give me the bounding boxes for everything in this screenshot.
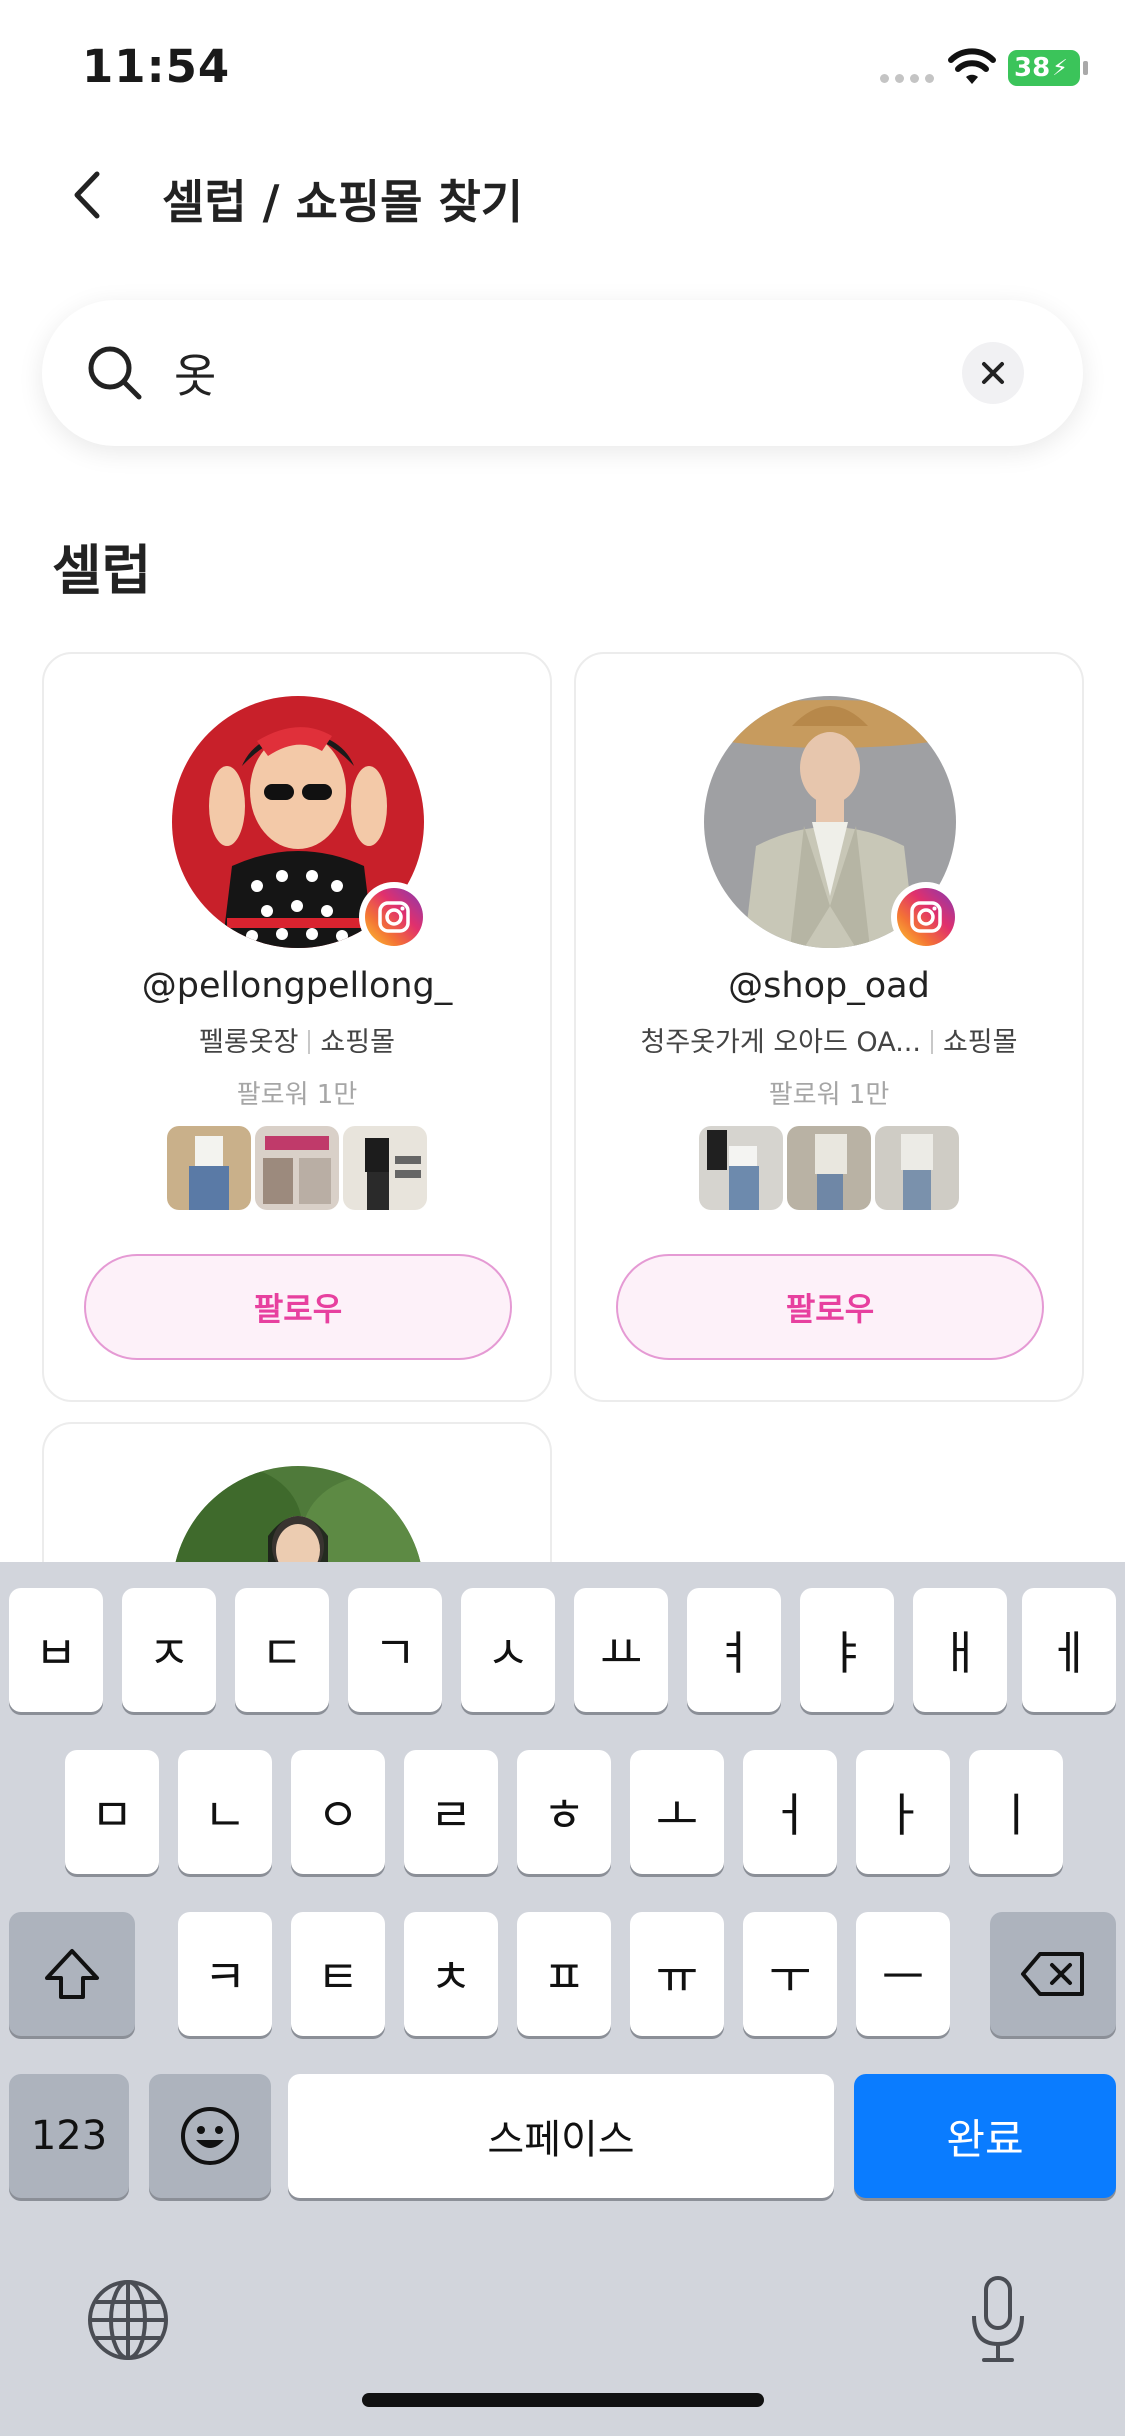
home-indicator: [362, 2393, 764, 2407]
post-thumbnail[interactable]: [787, 1126, 871, 1210]
key[interactable]: ㅐ: [913, 1588, 1007, 1712]
backspace-icon: [1021, 1952, 1084, 1996]
close-icon: [982, 362, 1004, 384]
globe-icon: [88, 2280, 168, 2360]
battery-level: 38: [1014, 53, 1051, 83]
meta-divider: [308, 1030, 311, 1054]
celeb-name: 펠롱옷장: [199, 1027, 299, 1058]
emoji-key[interactable]: [149, 2074, 271, 2198]
celeb-card[interactable]: @shop_oad 청주옷가게 오아드 OA... 쇼핑몰 팔로워 1만 팔로우: [574, 652, 1084, 1402]
search-input[interactable]: [174, 330, 974, 416]
instagram-badge: [891, 882, 961, 952]
key[interactable]: ㅑ: [800, 1588, 894, 1712]
celeb-category: 쇼핑몰: [320, 1027, 395, 1058]
status-bar: 11:54 38 ⚡: [0, 0, 1125, 140]
meta-divider: [930, 1030, 933, 1054]
key[interactable]: ㅅ: [461, 1588, 555, 1712]
post-thumbnails: [44, 1126, 550, 1210]
post-thumbnails: [576, 1126, 1082, 1210]
follow-button[interactable]: 팔로우: [84, 1254, 512, 1360]
key[interactable]: ㅋ: [178, 1912, 272, 2036]
key[interactable]: ㅕ: [687, 1588, 781, 1712]
post-thumbnail[interactable]: [875, 1126, 959, 1210]
post-thumbnail[interactable]: [343, 1126, 427, 1210]
key[interactable]: ㅓ: [743, 1750, 837, 1874]
key[interactable]: ㅠ: [630, 1912, 724, 2036]
key[interactable]: ㄴ: [178, 1750, 272, 1874]
search-icon: [88, 346, 142, 400]
back-button[interactable]: [56, 162, 116, 228]
key[interactable]: ㄷ: [235, 1588, 329, 1712]
key[interactable]: ㅈ: [122, 1588, 216, 1712]
key[interactable]: ㅗ: [630, 1750, 724, 1874]
key[interactable]: ㅡ: [856, 1912, 950, 2036]
instagram-badge: [359, 882, 429, 952]
key[interactable]: ㅣ: [969, 1750, 1063, 1874]
post-thumbnail[interactable]: [255, 1126, 339, 1210]
wifi-icon: [948, 48, 996, 84]
celeb-handle: @pellongpellong_: [141, 966, 453, 1006]
follower-count: 팔로워 1만: [768, 1080, 890, 1110]
key[interactable]: ㅏ: [856, 1750, 950, 1874]
celeb-card[interactable]: @pellongpellong_ 펠롱옷장 쇼핑몰 팔로워 1만 팔로우: [42, 652, 552, 1402]
numbers-key[interactable]: 123: [9, 2074, 129, 2198]
celeb-meta: 청주옷가게 오아드 OA... 쇼핑몰: [576, 1020, 1082, 1059]
post-thumbnail[interactable]: [699, 1126, 783, 1210]
shift-key[interactable]: [9, 1912, 135, 2036]
shift-icon: [45, 1949, 99, 1999]
key[interactable]: ㅛ: [574, 1588, 668, 1712]
status-time: 11:54: [82, 40, 231, 93]
section-title-celebs: 셀럽: [52, 539, 152, 602]
key[interactable]: ㅎ: [517, 1750, 611, 1874]
key[interactable]: ㄹ: [404, 1750, 498, 1874]
clear-search-button[interactable]: [962, 342, 1024, 404]
instagram-icon: [897, 888, 955, 946]
search-bar[interactable]: [42, 300, 1083, 446]
battery-icon: 38 ⚡: [1008, 50, 1080, 86]
key[interactable]: ㅌ: [291, 1912, 385, 2036]
done-key[interactable]: 완료: [854, 2074, 1116, 2198]
key[interactable]: ㅇ: [291, 1750, 385, 1874]
key[interactable]: ㅁ: [65, 1750, 159, 1874]
key[interactable]: ㅍ: [517, 1912, 611, 2036]
celeb-category: 쇼핑몰: [942, 1027, 1018, 1058]
battery-tip: [1083, 61, 1088, 75]
key[interactable]: ㄱ: [348, 1588, 442, 1712]
key[interactable]: ㅊ: [404, 1912, 498, 2036]
key[interactable]: ㅔ: [1022, 1588, 1116, 1712]
globe-key[interactable]: [80, 2272, 176, 2368]
instagram-icon: [365, 888, 423, 946]
key[interactable]: ㅜ: [743, 1912, 837, 2036]
celeb-handle: @shop_oad: [728, 966, 930, 1006]
microphone-icon: [972, 2276, 1024, 2362]
dictation-key[interactable]: [950, 2268, 1046, 2372]
keyboard: ㅂ ㅈ ㄷ ㄱ ㅅ ㅛ ㅕ ㅑ ㅐ ㅔ ㅁ ㄴ ㅇ ㄹ ㅎ ㅗ ㅓ ㅏ ㅣ ㅋ …: [0, 1562, 1125, 2436]
follow-button[interactable]: 팔로우: [616, 1254, 1044, 1360]
chevron-left-icon: [74, 171, 100, 219]
celeb-meta: 펠롱옷장 쇼핑몰: [44, 1020, 550, 1059]
key[interactable]: ㅂ: [9, 1588, 103, 1712]
space-key[interactable]: 스페이스: [288, 2074, 834, 2198]
post-thumbnail[interactable]: [167, 1126, 251, 1210]
cellular-signal-icon: [880, 74, 934, 83]
page-title: 셀럽 / 쇼핑몰 찾기: [162, 175, 524, 229]
celeb-name: 청주옷가게 오아드 OA...: [640, 1027, 921, 1058]
emoji-icon: [181, 2107, 239, 2165]
backspace-key[interactable]: [990, 1912, 1116, 2036]
follower-count: 팔로워 1만: [236, 1080, 358, 1110]
